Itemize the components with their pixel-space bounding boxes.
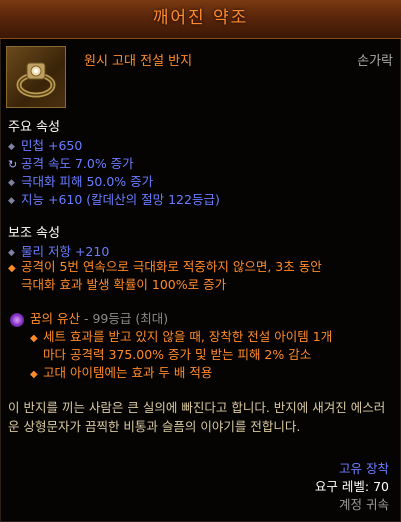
item-type: 원시 고대 전설 반지 bbox=[84, 54, 193, 69]
diamond-bullet-icon: ◆ bbox=[8, 177, 15, 188]
stat-line: ↻ 공격 속도 7.0% 증가 bbox=[8, 156, 134, 171]
set-bullet-icon: ◆ bbox=[30, 369, 38, 380]
set-bullet-icon: ◆ bbox=[30, 333, 38, 344]
set-effect-cont: 마다 공격력 375.00% 증가 및 받는 피해 2% 감소 bbox=[43, 347, 312, 362]
set-effect: ◆ 고대 아이템에는 효과 두 배 적용 bbox=[30, 364, 212, 384]
account-bound: 계정 귀속 bbox=[339, 497, 389, 512]
diamond-bullet-icon: ◆ bbox=[8, 247, 15, 258]
secondary-title: 보조 속성 bbox=[8, 226, 60, 241]
stat-line: ◆ 극대화 피해 50.0% 증가 bbox=[8, 174, 154, 189]
primary-title: 주요 속성 bbox=[8, 120, 60, 135]
spin-bullet-icon: ↻ bbox=[8, 158, 18, 171]
ring-icon bbox=[16, 62, 56, 98]
set-effect: ◆ 세트 효과를 받고 있지 않을 때, 장착한 전설 아이템 1개 bbox=[30, 328, 332, 348]
stat-line: ◆ 지능 +610 (칼데산의 절망 122등급) bbox=[8, 192, 220, 207]
diamond-bullet-icon: ◆ bbox=[8, 141, 15, 152]
legendary-power: ◆ 공격이 5번 연속으로 극대화로 적중하지 않으면, 3초 동안 bbox=[8, 258, 322, 278]
set-header: 꿈의 유산 - 99등급 (최대) bbox=[10, 308, 168, 327]
legendary-bullet-icon: ◆ bbox=[8, 263, 16, 274]
set-gem-icon bbox=[10, 312, 24, 327]
tooltip-header: 깨어진 약조 bbox=[0, 0, 401, 39]
item-title: 깨어진 약조 bbox=[152, 8, 249, 28]
legendary-power-cont: 극대화 효과 발생 확률이 100%로 증가 bbox=[21, 277, 227, 292]
stat-line: ◆ 민첩 +650 bbox=[8, 138, 83, 153]
item-icon-frame bbox=[6, 46, 66, 108]
unique-equipped: 고유 장착 bbox=[339, 461, 389, 476]
item-slot: 손가락 bbox=[357, 54, 393, 69]
diamond-bullet-icon: ◆ bbox=[8, 195, 15, 206]
flavor-text: 이 반지를 끼는 사람은 큰 실의에 빠진다고 합니다. 반지에 새겨진 에스러… bbox=[8, 400, 386, 434]
required-level: 요구 레벨: 70 bbox=[314, 479, 389, 494]
